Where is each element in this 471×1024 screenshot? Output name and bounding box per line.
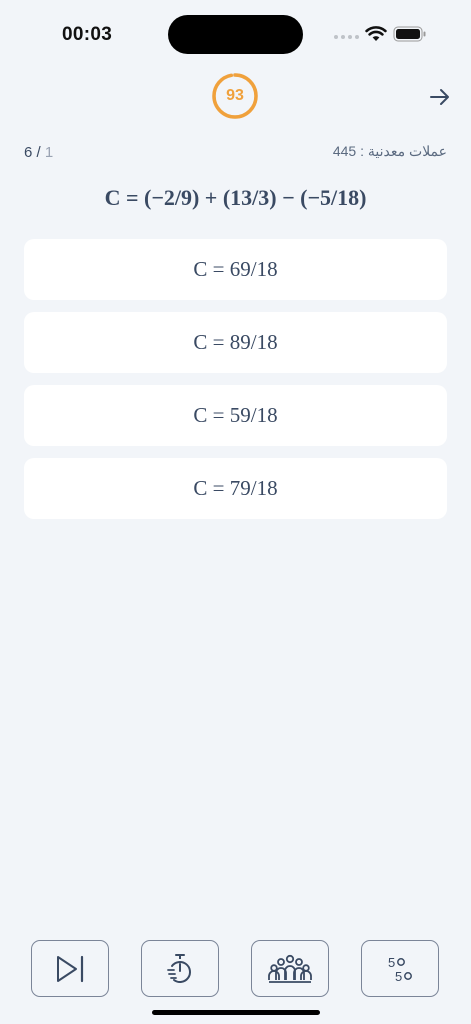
coins-label: عملات معدنية (367, 143, 447, 159)
progress-separator: / (32, 144, 45, 161)
svg-text:5: 5 (395, 969, 402, 984)
home-indicator (152, 1010, 320, 1015)
fifty-fifty-icon: 5 5 (388, 955, 412, 984)
countdown-timer: 93 (211, 72, 259, 120)
status-time: 00:03 (62, 24, 113, 45)
skip-question-button[interactable] (31, 940, 109, 997)
fifty-fifty-button[interactable]: 5 5 (361, 940, 439, 997)
coins-balance: عملات معدنية : 445 (333, 143, 447, 160)
audience-icon (268, 954, 312, 983)
status-bar: 00:03 (0, 0, 471, 60)
answer-option-2[interactable]: C = 89/18 (24, 312, 447, 373)
answer-option-label: C = 59/18 (193, 403, 278, 427)
answer-option-label: C = 79/18 (193, 476, 278, 500)
answer-option-3[interactable]: C = 59/18 (24, 385, 447, 446)
coins-separator: : (356, 143, 368, 159)
cellular-signal-icon (334, 35, 359, 39)
dynamic-island (168, 15, 303, 54)
answer-option-label: C = 69/18 (193, 257, 278, 281)
timer-value: 93 (226, 87, 244, 104)
answer-option-1[interactable]: C = 69/18 (24, 239, 447, 300)
ask-audience-button[interactable] (251, 940, 329, 997)
skip-forward-icon (57, 955, 84, 982)
wifi-icon (365, 26, 387, 41)
question-progress: 6 / 1 (24, 144, 53, 161)
svg-text:5: 5 (388, 955, 395, 970)
answer-option-4[interactable]: C = 79/18 (24, 458, 447, 519)
battery-icon (393, 26, 426, 42)
answer-option-label: C = 89/18 (193, 330, 278, 354)
arrow-right-icon[interactable] (426, 84, 454, 110)
extra-time-button[interactable] (141, 940, 219, 997)
coins-value: 445 (332, 143, 357, 159)
progress-current: 1 (44, 144, 54, 161)
question-text: C = (−2/9) + (13/3) − (−5/18) (104, 185, 367, 210)
stopwatch-icon (167, 953, 191, 983)
